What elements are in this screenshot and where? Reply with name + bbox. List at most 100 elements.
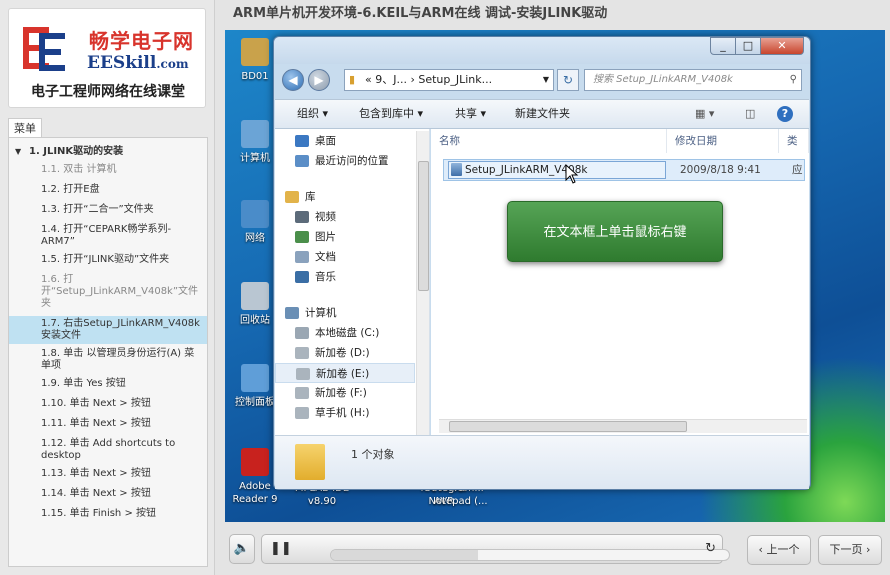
nav-item-label: 图片: [315, 231, 336, 243]
menu-item[interactable]: 1.12. 单击 Add shortcuts to desktop: [9, 438, 207, 462]
menu-root-item[interactable]: ▼ 1. JLINK驱动的安装: [9, 146, 207, 158]
folder-small-icon: ▮: [349, 73, 356, 86]
menu-item[interactable]: 1.3. 打开“二合一”文件夹: [9, 204, 207, 216]
volume-icon[interactable]: 🔈: [229, 534, 255, 564]
nav-item[interactable]: 本地磁盘 (C:): [275, 323, 415, 343]
minimize-button[interactable]: _: [710, 37, 736, 55]
nav-item-icon: [295, 327, 309, 339]
forward-arrow-icon[interactable]: ▶: [308, 69, 330, 91]
nav-item[interactable]: 新加卷 (F:): [275, 383, 415, 403]
new-folder-button[interactable]: 新建文件夹: [515, 100, 570, 128]
replay-icon[interactable]: ↻: [705, 535, 716, 563]
preview-pane-icon[interactable]: ◫: [745, 100, 755, 128]
explorer-window: _ □ ✕ ◀ ▶ ▮ « 9、J... › Setup_JLink... ▼ …: [273, 36, 811, 490]
nav-item[interactable]: 库: [275, 187, 415, 207]
logo: 畅学电子网 EESkill.com 电子工程师网络在线课堂: [8, 8, 206, 108]
nav-item[interactable]: 文档: [275, 247, 415, 267]
search-icon[interactable]: ⚲: [790, 70, 797, 90]
desktop-app-icon: [241, 448, 269, 476]
back-arrow-icon[interactable]: ◀: [282, 69, 304, 91]
lesson-title: ARM单片机开发环境-6.KEIL与ARM在线 调试-安装JLINK驱动: [233, 6, 608, 21]
player-bar: 🔈 ❚❚ ↻: [225, 530, 735, 568]
nav-scrollbar[interactable]: [416, 131, 429, 461]
nav-item-label: 新加卷 (F:): [315, 387, 367, 399]
next-button[interactable]: 下一页 ›: [818, 535, 882, 565]
eeskill-logo-icon: [23, 27, 65, 71]
organize-button[interactable]: 组织 ▾: [297, 100, 328, 128]
menu-item[interactable]: 1.7. 右击Setup_JLinkARM_V408k安装文件: [9, 316, 207, 344]
menu-item[interactable]: 1.13. 单击 Next > 按钮: [9, 468, 207, 480]
desktop-app-icon: [241, 200, 269, 228]
collapse-arrow-icon[interactable]: ▼: [15, 146, 21, 158]
menu-list: ▼ 1. JLINK驱动的安装 1.1. 双击 计算机 1.2. 打开E盘 1.3.…: [8, 137, 208, 567]
refresh-button[interactable]: ↻: [557, 69, 579, 91]
nav-item[interactable]: 草手机 (H:): [275, 403, 415, 423]
nav-item-label: 视频: [315, 211, 336, 223]
file-date: 2009/8/18 9:41: [680, 164, 761, 176]
nav-item-label: 草手机 (H:): [315, 407, 370, 419]
column-modified[interactable]: 修改日期: [667, 129, 779, 153]
details-pane: 1 个对象: [275, 435, 809, 489]
instruction-callout: 在文本框上单击鼠标右键: [507, 201, 723, 262]
nav-item[interactable]: 新加卷 (D:): [275, 343, 415, 363]
menu-tab[interactable]: 菜单: [8, 118, 42, 138]
menu-item[interactable]: 1.11. 单击 Next > 按钮: [9, 418, 207, 430]
menu-item[interactable]: 1.8. 单击 以管理员身份运行(A) 菜单项: [9, 348, 207, 372]
menu-item[interactable]: 1.6. 打开“Setup_JLinkARM_V408k”文件夹: [9, 274, 207, 310]
desktop-app-icon: [241, 120, 269, 148]
logo-cn-text: 畅学电子网: [89, 29, 194, 53]
nav-item[interactable]: 新加卷 (E:): [275, 363, 415, 383]
nav-item-icon: [295, 155, 309, 167]
nav-item-label: 最近访问的位置: [315, 155, 389, 167]
menu-item[interactable]: 1.9. 单击 Yes 按钮: [9, 378, 207, 390]
nav-item-label: 音乐: [315, 271, 336, 283]
nav-item-icon: [295, 407, 309, 419]
left-panel: 畅学电子网 EESkill.com 电子工程师网络在线课堂 菜单 ▼ 1. JL…: [0, 0, 215, 575]
nav-item[interactable]: 音乐: [275, 267, 415, 287]
menu-item[interactable]: 1.5. 打开“JLINK驱动”文件夹: [9, 254, 207, 266]
nav-item-icon: [285, 307, 299, 319]
column-type[interactable]: 类: [779, 129, 809, 153]
nav-item-icon: [295, 211, 309, 223]
navigation-pane: 桌面最近访问的位置库视频图片文档音乐计算机本地磁盘 (C:) 新加卷 (D:) 新加…: [275, 129, 430, 465]
progress-container: ❚❚ ↻: [261, 534, 730, 564]
filename-textbox[interactable]: Setup_JLinkARM_V408k: [448, 161, 666, 179]
path-input[interactable]: ▮ « 9、J... › Setup_JLink... ▼: [344, 69, 554, 91]
menu-item[interactable]: 1.14. 单击 Next > 按钮: [9, 488, 207, 500]
menu-item[interactable]: 1.10. 单击 Next > 按钮: [9, 398, 207, 410]
nav-item[interactable]: 计算机: [275, 303, 415, 323]
nav-item-label: 新加卷 (E:): [316, 368, 370, 380]
desktop-app-icon: [241, 364, 269, 392]
column-name[interactable]: 名称: [431, 129, 667, 153]
menu-item[interactable]: 1.1. 双击 计算机: [9, 164, 207, 176]
file-type: 应: [792, 164, 803, 176]
prev-button[interactable]: ‹ 上一个: [747, 535, 811, 565]
folder-icon: [295, 444, 325, 480]
nav-item-label: 计算机: [305, 307, 337, 319]
pause-icon[interactable]: ❚❚: [270, 535, 292, 563]
nav-item[interactable]: 图片: [275, 227, 415, 247]
file-row[interactable]: Setup_JLinkARM_V408k 2009/8/18 9:41 应: [443, 159, 805, 181]
menu-item[interactable]: 1.4. 打开“CEPARK畅学系列-ARM7”: [9, 224, 207, 248]
view-options-icon[interactable]: ▦ ▾: [695, 100, 714, 128]
progress-track[interactable]: [330, 549, 730, 561]
include-in-library-button[interactable]: 包含到库中 ▾: [359, 100, 423, 128]
nav-item-icon: [295, 231, 309, 243]
nav-item-label: 库: [305, 191, 316, 203]
nav-item[interactable]: 桌面: [275, 131, 415, 151]
horizontal-scrollbar[interactable]: [439, 419, 807, 433]
nav-item-icon: [295, 251, 309, 263]
chevron-down-icon[interactable]: ▼: [543, 70, 549, 90]
nav-item-label: 新加卷 (D:): [315, 347, 370, 359]
menu-item[interactable]: 1.15. 单击 Finish > 按钮: [9, 508, 207, 520]
nav-item[interactable]: 最近访问的位置: [275, 151, 415, 171]
share-button[interactable]: 共享 ▾: [455, 100, 486, 128]
menu-item[interactable]: 1.2. 打开E盘: [9, 184, 207, 196]
search-input[interactable]: 搜索 Setup_JLinkARM_V408k ⚲: [584, 69, 802, 91]
nav-item[interactable]: 视频: [275, 207, 415, 227]
help-icon[interactable]: ?: [777, 106, 793, 122]
nav-item-label: 文档: [315, 251, 336, 263]
maximize-button[interactable]: □: [735, 37, 761, 55]
nav-item-icon: [296, 368, 310, 380]
close-button[interactable]: ✕: [760, 37, 804, 55]
